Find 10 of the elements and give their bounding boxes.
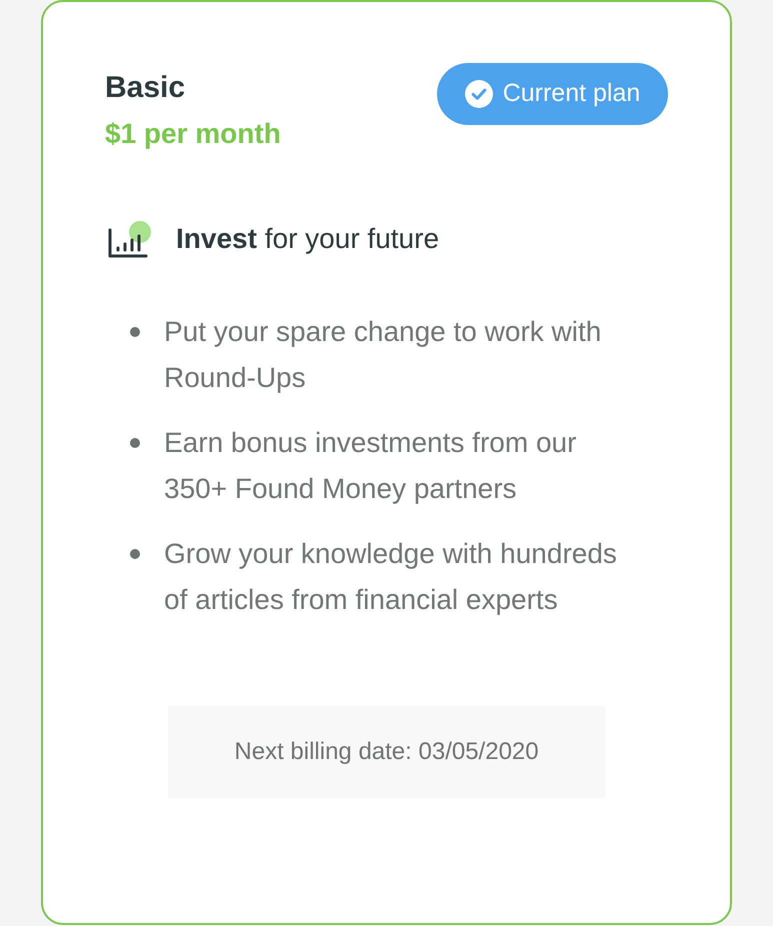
plan-name: Basic (105, 70, 186, 106)
feature-bullet-text: Put your spare change to work with Round-Ups (164, 315, 602, 395)
bar-chart-icon (108, 220, 152, 258)
billing-date-text: Next billing date: 03/05/2020 (234, 737, 539, 767)
check-circle-icon (464, 80, 493, 108)
feature-bullet-text: Earn bonus investments from our 350+ Found Money partners (164, 426, 578, 506)
current-plan-badge: Current plan (437, 63, 668, 125)
plan-price: $1 per month (105, 117, 281, 151)
feature-heading: Invest for your future (176, 222, 440, 256)
feature-bullet-text: Grow your knowledge with hundreds of articles from financial experts (164, 537, 618, 617)
